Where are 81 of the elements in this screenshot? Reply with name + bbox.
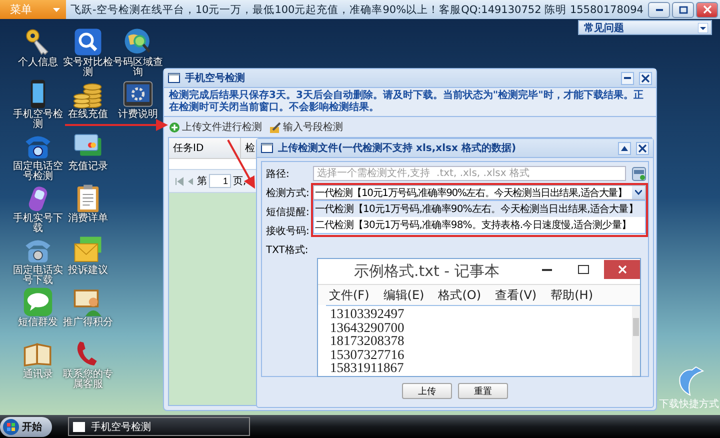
- field-label: TXT格式:: [265, 244, 310, 256]
- field-label: 接收号码:: [265, 224, 310, 238]
- minimize-button[interactable]: [648, 2, 670, 18]
- close-button[interactable]: [636, 142, 649, 154]
- field-label: 路径:: [265, 168, 290, 180]
- text-line: 13103392497: [330, 307, 406, 321]
- file-path-field[interactable]: 选择一个需检测文件,支持 .txt, .xls, .xlsx 格式: [313, 166, 626, 181]
- minimize-icon: [624, 77, 631, 79]
- desktop-icon-label[interactable]: 手机实号下载: [13, 214, 63, 234]
- caret-icon: [635, 190, 642, 195]
- text-line: 18173208378: [330, 334, 406, 348]
- close-icon: [641, 74, 650, 82]
- caret-icon: [53, 8, 60, 12]
- browse-file-icon[interactable]: [632, 166, 646, 180]
- toolbar-button[interactable]: 输入号段检测: [270, 120, 343, 134]
- dropdown-icon: [698, 22, 708, 32]
- add-icon: [169, 122, 180, 132]
- text-line: 13643290700: [330, 320, 406, 334]
- desktop-icon-label[interactable]: 投诉建议: [68, 266, 108, 276]
- field-label: 检测方式:: [265, 186, 310, 200]
- dropdown-option[interactable]: 一代检测【10元1万号码,准确率90%左右。今天检测当日出结果,适合大量】: [314, 201, 645, 217]
- maximize-icon: [678, 6, 688, 14]
- desktop-icon-label[interactable]: 手机空号检测: [13, 110, 63, 130]
- minimize-icon: [656, 8, 662, 10]
- start-button[interactable]: 开始: [0, 416, 52, 436]
- menu-item[interactable]: 格式(O): [431, 286, 488, 304]
- close-icon: [702, 5, 712, 14]
- arrow: [227, 140, 255, 189]
- notepad-title: 示例格式.txt - 记事本: [353, 262, 500, 281]
- toolbar-button[interactable]: 上传文件进行检测: [169, 120, 262, 134]
- window-icon: [168, 73, 180, 83]
- window-icon: [73, 422, 85, 432]
- search-icon: [73, 27, 103, 57]
- faq-panel[interactable]: 常见问题: [578, 20, 712, 35]
- dialog-title: 上传检测文件(一代检测不支持 xls,xlsx 格式的数据): [278, 142, 518, 155]
- menu-item[interactable]: 文件(F): [322, 286, 376, 304]
- collapse-button[interactable]: [618, 142, 631, 154]
- envelope-icon: [73, 235, 103, 265]
- minimize-button[interactable]: [621, 72, 634, 84]
- menu-item[interactable]: 编辑(E): [376, 286, 432, 304]
- desktop-icon-label[interactable]: 号码区域查询: [113, 58, 163, 78]
- window-title: 手机空号检测: [185, 72, 246, 85]
- field-label: 短信提醒:: [265, 206, 310, 218]
- pager-label: 页,: [233, 175, 246, 188]
- dialog-button[interactable]: 重置: [458, 383, 508, 399]
- window-icon: [261, 143, 273, 153]
- desktop-icon-label[interactable]: 个人信息: [18, 58, 58, 68]
- close-icon: [638, 144, 647, 152]
- desktop-icon-label[interactable]: 实号对比检测: [63, 58, 113, 78]
- pager-label: 第: [197, 175, 207, 188]
- desktop-icon-label[interactable]: 消费详单: [68, 214, 108, 224]
- dialog-button[interactable]: 上传: [402, 383, 452, 399]
- book-person-icon: [73, 287, 103, 317]
- detection-mode-select[interactable]: 一代检测【10元1万号码,准确率90%左右。今天检测当日出结果,适合大量】: [313, 185, 646, 200]
- taskbar-button[interactable]: 手机空号检测: [68, 417, 250, 436]
- menu-item[interactable]: 帮助(H): [544, 286, 600, 304]
- close-button[interactable]: [604, 260, 640, 279]
- notice-text: 检测完成后结果只保存3天。3天后会自动删除。请及时下载。当前状态为"检测完毕"时，才能下载结果。正在检测时可关闭当前窗口。不会影响检测结果。: [164, 88, 656, 117]
- menu-item[interactable]: 查看(V): [488, 286, 544, 304]
- text-line: 15831911867: [330, 361, 405, 375]
- scrollbar[interactable]: [632, 306, 640, 376]
- pencil-icon: [270, 122, 281, 132]
- close-button[interactable]: [639, 72, 652, 84]
- desktop-icon-label[interactable]: 计费说明: [118, 110, 158, 120]
- page-number-field[interactable]: 1: [209, 174, 231, 188]
- close-button[interactable]: [696, 2, 718, 18]
- minimize-icon: [542, 268, 552, 270]
- column-header[interactable]: 任务ID: [169, 138, 241, 158]
- desktop-icon-label[interactable]: 在线充值: [68, 110, 108, 120]
- close-icon: [618, 265, 626, 274]
- text-line: 15307327716: [330, 348, 406, 362]
- maximize-button[interactable]: [672, 2, 694, 18]
- maximize-icon: [578, 265, 588, 274]
- app-title: 飞跃-空号检测在线平台，10元一万，最低100元起充值，准确率90%以上！客服QQ:149130752 陈明 15580178094: [70, 2, 644, 16]
- desktop-icon-label[interactable]: 固定电话实号下载: [13, 266, 63, 286]
- collapse-icon: [621, 146, 628, 150]
- desktop-icon-label[interactable]: 固定电话空号检测: [13, 162, 63, 182]
- sms-icon: [23, 287, 53, 317]
- desktop-icon-label[interactable]: 充值记录: [68, 162, 108, 172]
- gear-icon: [123, 79, 153, 109]
- windows-logo-icon: [3, 418, 19, 434]
